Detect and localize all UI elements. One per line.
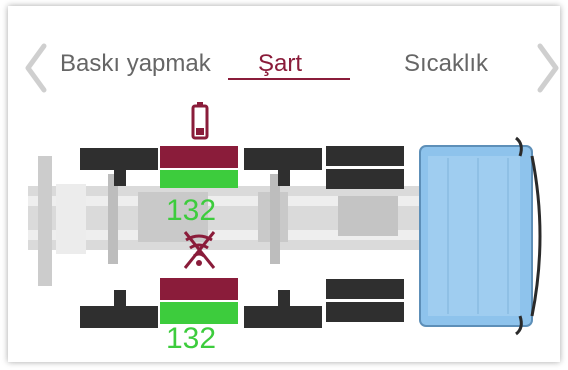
tire-monitor-panel: Baskı yapmak Şart Sıcaklık 132 132 bbox=[8, 6, 560, 362]
truck-cab bbox=[419, 136, 542, 336]
tire-axle4-bottom-inner bbox=[326, 279, 404, 299]
tire-axle2-top-ok bbox=[160, 170, 238, 188]
tire-axle2-bottom-ok bbox=[160, 302, 238, 324]
tire-axle1-bottom bbox=[80, 306, 158, 328]
tire-axle4-top-inner bbox=[326, 169, 404, 189]
tire-axle3-top bbox=[244, 148, 322, 170]
tire-axle2-top-alert bbox=[160, 146, 238, 168]
tire-axle4-bottom-outer bbox=[326, 302, 404, 322]
low-battery-icon bbox=[191, 102, 209, 140]
tire-pressure-value-right: 132 bbox=[166, 322, 217, 355]
tire-axle1-top bbox=[80, 148, 158, 170]
tire-axle2-bottom-alert bbox=[160, 278, 238, 300]
tire-axle3-bottom bbox=[244, 306, 322, 328]
tire-pressure-value-left: 132 bbox=[166, 194, 217, 227]
truck-diagram bbox=[28, 102, 542, 336]
tire-axle4-top-outer bbox=[326, 146, 404, 166]
